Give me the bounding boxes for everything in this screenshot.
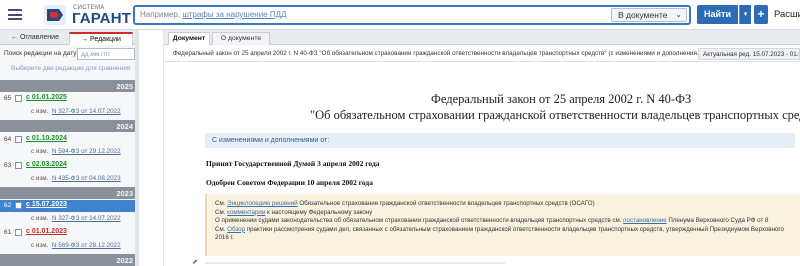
year-header[interactable]: 2025	[0, 80, 138, 92]
note-link[interactable]: постановление	[623, 217, 666, 224]
revision-date-link[interactable]: с 15.07.2023	[26, 201, 67, 208]
document-gutter	[139, 30, 164, 266]
revision-date-link[interactable]: с 01.01.2023	[26, 228, 67, 235]
revision-checkbox[interactable]	[15, 95, 22, 102]
law-title-line-1: Федеральный закон от 25 апреля 2002 г. N…	[431, 92, 692, 106]
revision-checkbox[interactable]	[15, 136, 22, 143]
revision-change-note: с изм. N 327-ФЗ от 14.07.2022	[31, 215, 121, 222]
revision-change-link[interactable]: N 327-ФЗ от 14.07.2022	[52, 215, 121, 222]
revision-change-link[interactable]: N 327-ФЗ от 14.07.2022	[52, 108, 121, 115]
search-input[interactable]: Например, штрафы за нарушение ПДД	[140, 10, 286, 19]
top-bar: СИСТЕМА ГАРАНТ Например, штрафы за наруш…	[0, 0, 800, 30]
revision-item[interactable]: 65 с 01.01.2025	[0, 93, 138, 105]
revision-change-note: с изм. N 594-ФЗ от 29.12.2022	[31, 148, 121, 155]
tab-document[interactable]: Документ	[168, 32, 210, 45]
search-scope-value: В документе	[618, 10, 668, 20]
add-button[interactable]: +	[754, 5, 768, 24]
revision-item-selected[interactable]: 62 с 15.07.2023	[0, 200, 138, 212]
note-link[interactable]: Обзор	[227, 226, 245, 233]
tab-contents[interactable]: ← Оглавление	[3, 32, 67, 45]
garant-logo-icon	[44, 5, 66, 25]
year-header[interactable]: 2024	[0, 120, 138, 132]
revision-date-input[interactable]: дд.мм.гггг	[77, 48, 135, 60]
left-tabs: ← Оглавление → Редакции	[0, 30, 138, 45]
pin-icon[interactable]: ⬈	[192, 258, 198, 266]
revision-checkbox[interactable]	[15, 162, 22, 169]
note-line: См. комментарии к настоящему Федеральном…	[215, 208, 373, 216]
faded-text-line	[205, 262, 505, 264]
search-placeholder-prefix: Например,	[140, 10, 183, 19]
note-line: См. Энциклопедию решений Обязательное ст…	[215, 200, 595, 207]
revisions-panel: ← Оглавление → Редакции Поиск редакции н…	[0, 30, 139, 266]
reference-note-box: См. Энциклопедию решений Обязательное ст…	[205, 194, 800, 256]
revision-number: 62	[4, 202, 12, 209]
revision-checkbox[interactable]	[15, 202, 22, 209]
arrow-left-icon: ←	[11, 34, 20, 41]
year-header[interactable]: 2022	[0, 254, 138, 266]
compare-revisions-link[interactable]: Выберите две редакции для сравнения	[11, 65, 130, 72]
revision-change-link[interactable]: N 569-ФЗ от 28.12.2022	[52, 242, 121, 249]
revision-date-link[interactable]: с 02.03.2024	[26, 161, 67, 168]
revision-number: 63	[4, 162, 12, 169]
revision-number: 64	[4, 136, 12, 143]
revision-number: 61	[4, 229, 12, 236]
arrow-right-icon: →	[81, 36, 90, 43]
law-title-line-2: "Об обязательном страховании гражданской…	[310, 108, 800, 122]
document-tabs: Документ О документе	[164, 30, 800, 45]
document-header: Федеральный закон от 25 апреля 2002 г. N…	[164, 45, 800, 62]
revision-checkbox[interactable]	[15, 229, 22, 236]
revision-number: 65	[4, 95, 12, 102]
tab-revisions[interactable]: → Редакции	[69, 32, 133, 45]
adopted-line: Принят Государственной Думой 3 апреля 20…	[206, 159, 380, 168]
revision-search-label: Поиск редакции на дату	[4, 50, 77, 57]
note-link[interactable]: комментарии	[227, 209, 265, 216]
menu-icon[interactable]	[8, 9, 22, 20]
chevron-down-icon: ⌄	[675, 10, 682, 19]
search-scope-select[interactable]: В документе ⌄	[611, 8, 687, 22]
tab-about-document[interactable]: О документе	[212, 32, 270, 45]
note-line: О применении судами законодательства об …	[215, 217, 769, 225]
revision-change-note: с изм. N 435-ФЗ от 04.08.2023	[31, 175, 121, 182]
note-line: 2016 г.	[215, 234, 234, 242]
revision-item[interactable]: 61 с 01.01.2023	[0, 227, 138, 239]
revision-change-note: с изм. N 327-ФЗ от 14.07.2022	[31, 108, 121, 115]
logo-title: ГАРАНТ	[72, 10, 132, 27]
revision-date-link[interactable]: с 01.10.2024	[26, 135, 67, 142]
revision-change-link[interactable]: N 594-ФЗ от 29.12.2022	[52, 148, 121, 155]
year-header[interactable]: 2023	[0, 187, 138, 199]
find-button[interactable]: Найти	[697, 5, 738, 24]
find-options-chevron-icon[interactable]: ▾	[739, 5, 751, 24]
revision-item[interactable]: 64 с 01.10.2024	[0, 134, 138, 146]
advanced-search-link[interactable]: Расширенный	[774, 9, 800, 20]
revision-item[interactable]: 63 с 02.03.2024	[0, 160, 138, 172]
revision-change-link[interactable]: N 435-ФЗ от 04.08.2023	[52, 175, 121, 182]
actual-revision-badge[interactable]: Актуальная ред. 15.07.2023 - 01.03.2024	[698, 48, 800, 60]
note-link[interactable]: Энциклопедию решений	[227, 200, 297, 207]
document-title-bar: Федеральный закон от 25 апреля 2002 г. N…	[173, 50, 703, 57]
search-bar[interactable]: Например, штрафы за нарушение ПДД В доку…	[133, 5, 691, 25]
changes-link[interactable]: С изменениями и дополнениями от:	[205, 133, 795, 148]
document-panel: Документ О документе Федеральный закон о…	[164, 30, 800, 266]
revision-change-note: с изм. N 569-ФЗ от 28.12.2022	[31, 242, 121, 249]
note-line: См. Обзор практики рассмотрения судами д…	[215, 225, 784, 233]
search-example-link[interactable]: штрафы за нарушение ПДД	[182, 10, 286, 19]
approved-line: Одобрен Советом Федерации 10 апреля 2002…	[206, 178, 373, 187]
revision-date-link[interactable]: с 01.01.2025	[26, 94, 67, 101]
